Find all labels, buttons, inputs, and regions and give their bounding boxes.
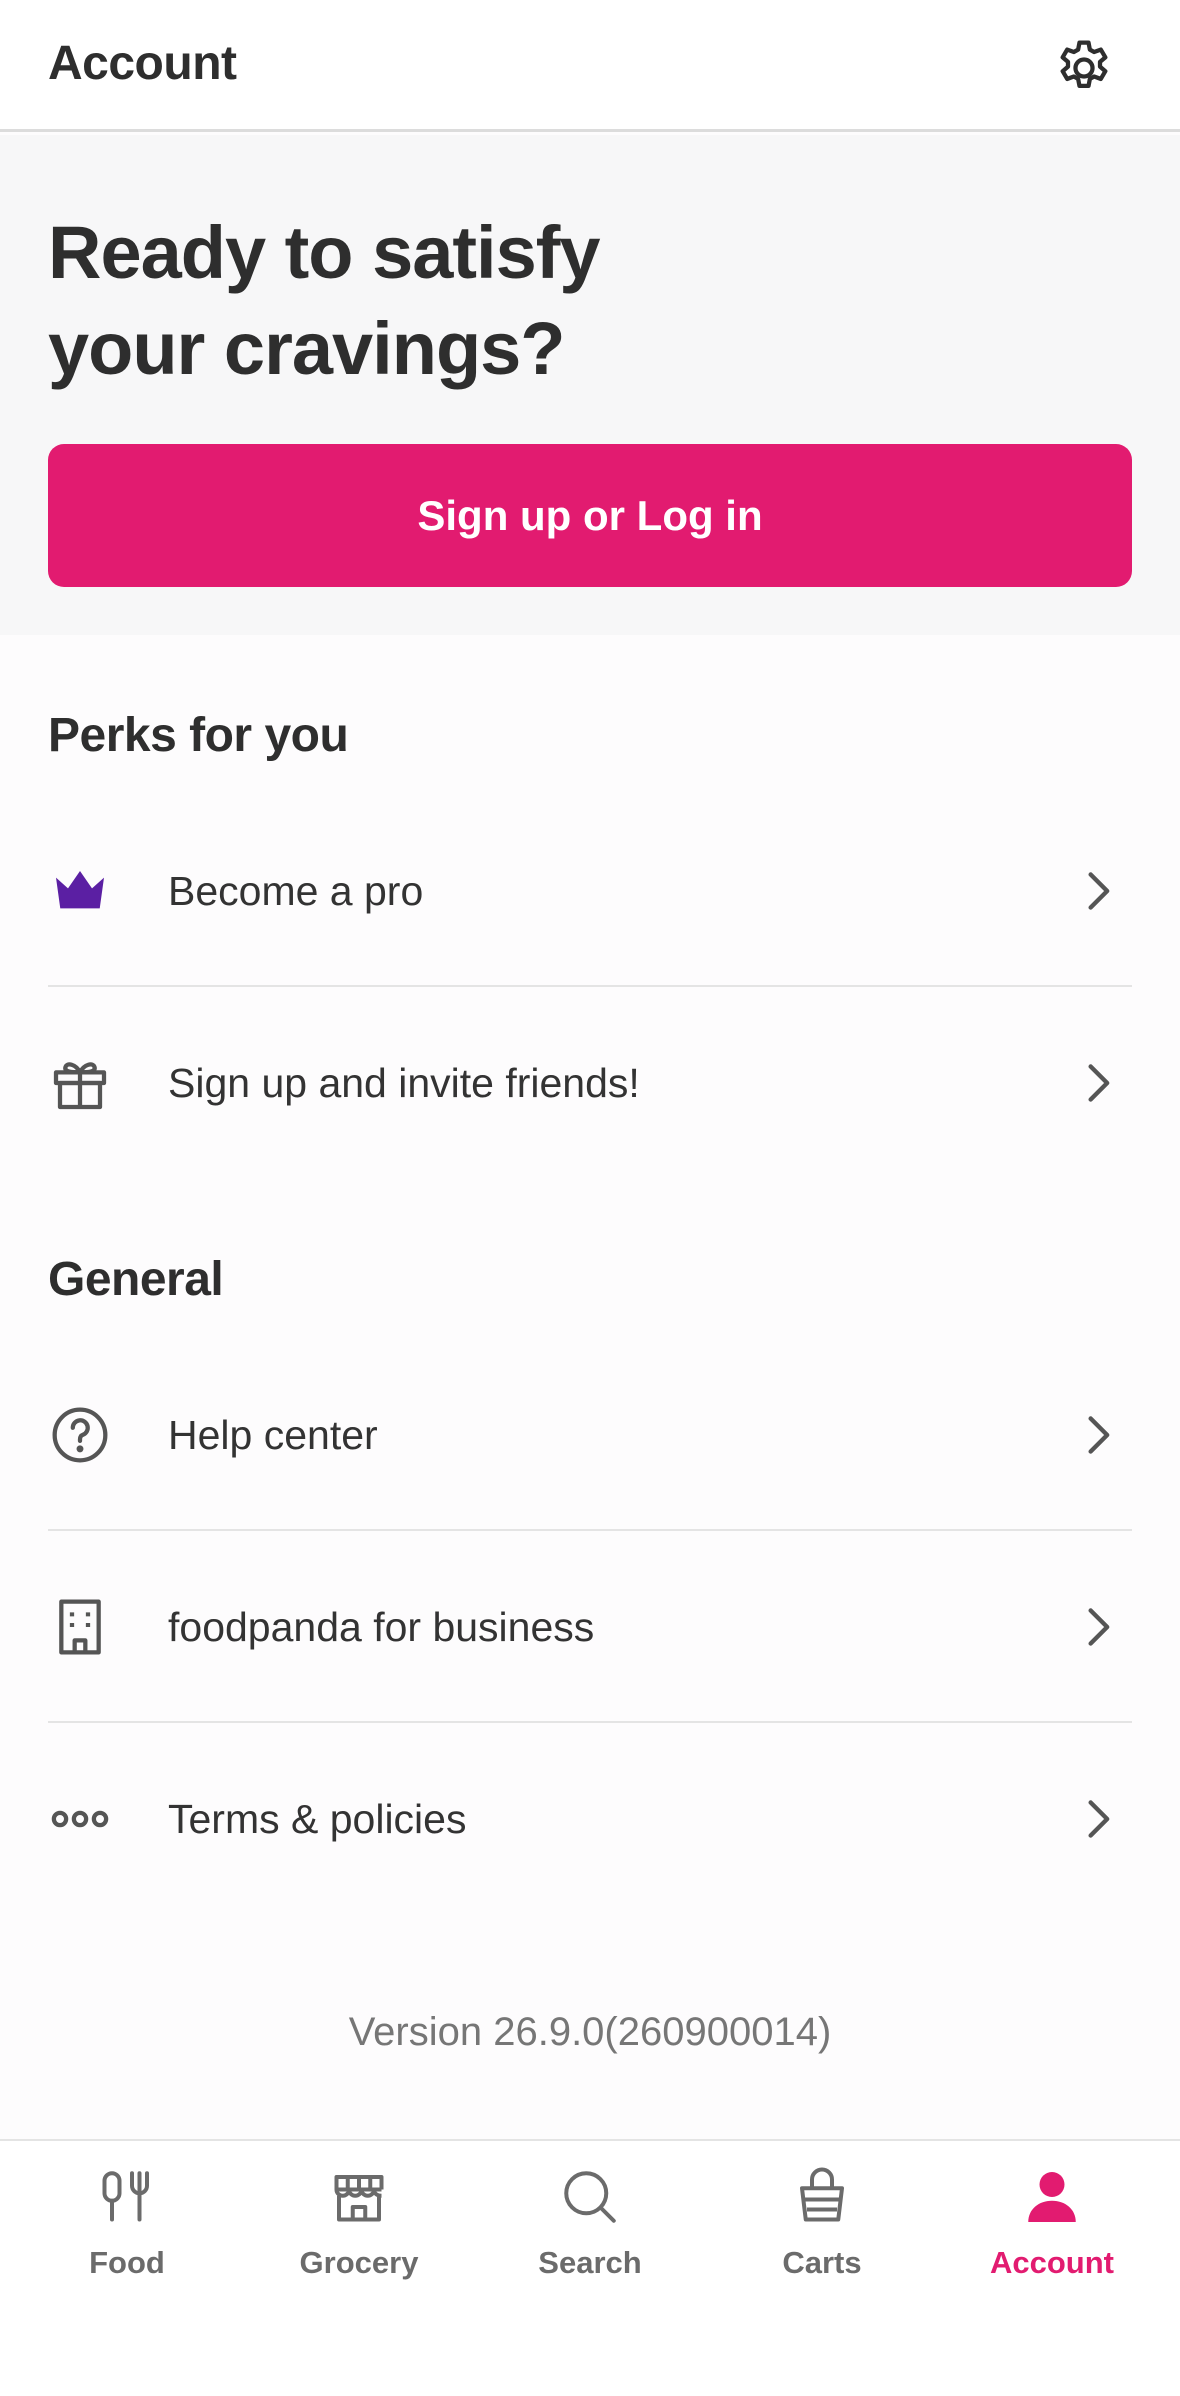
general-item-label: Terms & policies — [168, 1796, 467, 1842]
building-icon — [59, 1599, 101, 1655]
gear-icon[interactable] — [1052, 36, 1116, 100]
general-section-title: General — [48, 1253, 224, 1306]
version-text: Version 26.9.0(260900014) — [348, 2010, 832, 2054]
hero-title: Ready to satisfy your cravings? — [48, 205, 848, 397]
nav-item-carts[interactable]: Carts — [704, 2141, 940, 2321]
nav-label: Account — [990, 2245, 1114, 2280]
chevron-right-icon — [1088, 872, 1110, 910]
hero-title-line1: Ready to satisfy — [48, 211, 601, 294]
nav-label: Carts — [782, 2245, 862, 2280]
basket-icon — [800, 2167, 844, 2222]
general-item-label: Help center — [168, 1412, 378, 1458]
perk-item-invite-friends[interactable]: Sign up and invite friends! — [48, 987, 1132, 1179]
general-item-business[interactable]: foodpanda for business — [48, 1531, 1132, 1723]
store-icon — [334, 2175, 384, 2222]
perks-section-title: Perks for you — [48, 709, 349, 762]
general-item-label: foodpanda for business — [168, 1604, 595, 1650]
nav-item-food[interactable]: Food — [9, 2141, 245, 2321]
fork-knife-icon — [102, 2171, 149, 2222]
general-item-terms[interactable]: Terms & policies — [48, 1723, 1132, 1915]
perk-item-label: Sign up and invite friends! — [168, 1060, 640, 1106]
nav-item-grocery[interactable]: Grocery — [241, 2141, 477, 2321]
nav-item-search[interactable]: Search — [472, 2141, 708, 2321]
page-title: Account — [48, 37, 237, 90]
crown-icon — [56, 871, 104, 909]
chevron-right-icon — [1088, 1608, 1110, 1646]
nav-item-account[interactable]: Account — [934, 2141, 1170, 2321]
app-header: Account — [0, 0, 1180, 132]
nav-label: Food — [89, 2245, 165, 2280]
hero-section: Ready to satisfy your cravings? Sign up … — [0, 135, 1180, 635]
chevron-right-icon — [1088, 1064, 1110, 1102]
nav-label: Grocery — [299, 2245, 419, 2280]
gift-icon — [53, 1062, 107, 1110]
person-icon — [1028, 2172, 1076, 2222]
question-circle-icon — [52, 1407, 108, 1463]
general-item-help-center[interactable]: Help center — [48, 1339, 1132, 1531]
chevron-right-icon — [1088, 1416, 1110, 1454]
hero-title-line2: your cravings? — [48, 307, 566, 390]
bottom-nav: Food Grocery Search Carts Account — [0, 2139, 1180, 2396]
search-icon — [564, 2171, 616, 2223]
more-dots-icon — [51, 1810, 109, 1828]
signup-login-button[interactable]: Sign up or Log in — [48, 444, 1132, 587]
chevron-right-icon — [1088, 1800, 1110, 1838]
perk-item-label: Become a pro — [168, 868, 424, 914]
perk-item-become-pro[interactable]: Become a pro — [48, 795, 1132, 987]
nav-label: Search — [538, 2245, 642, 2280]
